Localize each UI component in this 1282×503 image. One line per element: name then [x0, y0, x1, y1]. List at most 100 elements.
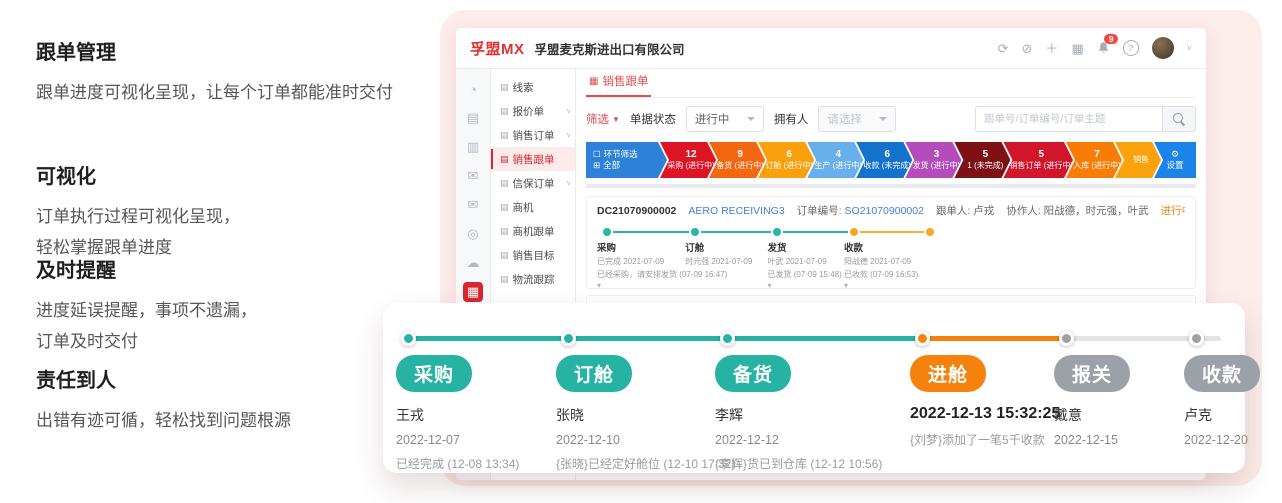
- briefcase-icon[interactable]: ▦: [463, 282, 483, 302]
- doc-icon: ▤: [500, 106, 509, 117]
- contact-card-icon[interactable]: ▤: [463, 108, 483, 128]
- sidebar-item-销售目标[interactable]: ▤销售目标: [491, 243, 575, 267]
- stage-label: 生产 (进行中): [814, 161, 862, 171]
- stage-filter-block[interactable]: ☐环节筛选⊞全部: [586, 142, 667, 178]
- sidebar-item-商机[interactable]: ▤商机: [491, 195, 575, 219]
- owner-select[interactable]: 请选择: [818, 106, 896, 132]
- feature-text: 订单执行过程可视化呈现，: [36, 201, 436, 232]
- pipeline-stage[interactable]: 51 (未完成): [954, 142, 1010, 178]
- expand-caret-icon[interactable]: ▾: [844, 281, 952, 290]
- pipeline-stage[interactable]: 7入库 (进行中): [1066, 142, 1122, 178]
- order-code: DC21070900002: [597, 205, 676, 217]
- sidebar-item-label: 销售跟单: [513, 152, 555, 167]
- order-no-pair: 订单编号: SO21070900002: [797, 203, 924, 218]
- sidebar-item-销售订单[interactable]: ▤销售订单˅: [491, 123, 575, 147]
- pipeline-stage[interactable]: 6订舱 (进行中): [758, 142, 814, 178]
- filter-button[interactable]: 筛选▼: [586, 111, 620, 127]
- timeline-dot[interactable]: [603, 228, 611, 236]
- stage-note: {李辉}货已到仓库 (12-12 10:56): [715, 455, 915, 472]
- stage-count: 12: [685, 149, 696, 162]
- stage-pipeline: ☐环节筛选⊞全部12采购 (进行中)9备货 (进行中)6订舱 (进行中)4生产 …: [586, 142, 1196, 178]
- doc-icon: ▤: [500, 250, 509, 261]
- stage-count: 9: [737, 149, 743, 162]
- pipeline-scrollbar[interactable]: [586, 184, 1196, 188]
- do-not-disturb-icon[interactable]: ⊘: [1022, 42, 1033, 55]
- timeline-track: [383, 330, 1245, 346]
- feature-text: 进度延误提醒，事项不遗漏，: [36, 295, 436, 326]
- grid-icon: ⊞: [593, 160, 600, 171]
- stage-filter-row: ☐环节筛选: [593, 149, 638, 160]
- status-select[interactable]: 进行中: [686, 106, 764, 132]
- chevron-down-icon: ˅: [566, 131, 571, 140]
- stage-filter-label: 环节筛选: [604, 149, 638, 160]
- sidebar-item-线索[interactable]: ▤线索: [491, 75, 575, 99]
- help-icon[interactable]: ?: [1123, 40, 1139, 56]
- avatar[interactable]: [1152, 37, 1174, 59]
- timeline-dot[interactable]: [691, 228, 699, 236]
- sidebar-item-报价单[interactable]: ▤ 报价单 ˅: [491, 99, 575, 123]
- overlay-timeline-line: [922, 336, 1066, 341]
- doc-icon: ▤: [500, 178, 509, 189]
- sidebar-item-label: 报价单: [513, 104, 545, 119]
- doc-icon: ▤: [500, 154, 509, 165]
- chevron-down-icon: ˅: [566, 107, 571, 116]
- stage-label: 销售: [1133, 155, 1149, 165]
- stage-pill: 备货: [715, 355, 791, 392]
- org-icon[interactable]: ▥: [463, 137, 483, 157]
- overlay-timeline-line: [408, 336, 568, 341]
- order-no-link[interactable]: SO21070900002: [845, 205, 924, 217]
- pipeline-stage[interactable]: 5销售订单 (进行中): [1003, 142, 1073, 178]
- stage-all-row: ⊞全部: [593, 160, 620, 171]
- sidebar-item-物流跟踪[interactable]: ▤物流跟踪: [491, 267, 575, 291]
- stage-label: 收款 (未完成): [864, 161, 912, 171]
- cloud-icon[interactable]: ☁: [463, 253, 483, 273]
- stage-pill: 采购: [396, 355, 472, 392]
- overlay-timeline-dot[interactable]: [720, 331, 735, 346]
- pipeline-stage[interactable]: 6收款 (未完成): [856, 142, 912, 178]
- chevron-down-icon[interactable]: ˅: [1187, 43, 1192, 53]
- clock-icon[interactable]: ◔: [463, 79, 483, 99]
- chevron-down-icon: ▼: [612, 115, 620, 124]
- brand-logo: 孚盟MX: [470, 38, 525, 59]
- customer-link[interactable]: AERO RECEIVING3: [688, 205, 784, 217]
- overlay-timeline-dot[interactable]: [401, 331, 416, 346]
- stage-note: 已经采购，请安排发货 (07-09 16:47): [597, 269, 705, 280]
- search-input[interactable]: [975, 106, 1162, 132]
- pipeline-stage[interactable]: 12采购 (进行中): [660, 142, 716, 178]
- stage-date: 2022-12-12: [715, 433, 915, 447]
- notification-badge: 9: [1104, 34, 1119, 45]
- overlay-timeline-dot[interactable]: [1059, 331, 1074, 346]
- overlay-timeline-dot[interactable]: [915, 331, 930, 346]
- overlay-timeline-dot[interactable]: [561, 331, 576, 346]
- stage-pill: 进舱: [910, 355, 986, 392]
- tab-sales-follow[interactable]: ▦ 销售跟单: [586, 73, 651, 97]
- sidebar-item-销售跟单[interactable]: ▤ 销售跟单: [491, 147, 575, 171]
- sidebar-item-信保订单[interactable]: ▤信保订单˅: [491, 171, 575, 195]
- pipeline-stage[interactable]: 9备货 (进行中): [709, 142, 765, 178]
- sidebar-item-商机跟单[interactable]: ▤商机跟单: [491, 219, 575, 243]
- calendar-icon[interactable]: ▦: [1071, 42, 1083, 55]
- refresh-icon[interactable]: ⟳: [998, 42, 1009, 55]
- timeline-dot[interactable]: [850, 228, 858, 236]
- mail-icon[interactable]: ✉: [463, 166, 483, 186]
- plus-icon[interactable]: ＋: [1045, 42, 1058, 55]
- stage-pill: 收款: [1184, 355, 1260, 392]
- timeline-dot[interactable]: [773, 228, 781, 236]
- stage-label: 采购 (进行中): [667, 161, 715, 171]
- overlay-timeline-dot[interactable]: [1189, 331, 1204, 346]
- expand-caret-icon[interactable]: ▾: [597, 281, 705, 290]
- feature-section: 及时提醒 进度延误提醒，事项不遗漏， 订单及时交付: [36, 254, 436, 358]
- owner-filter-label: 拥有人: [774, 111, 809, 127]
- stage-label: 1 (未完成): [967, 161, 1003, 171]
- search-button[interactable]: [1162, 106, 1196, 132]
- feature-section: 跟单管理 跟单进度可视化呈现，让每个订单都能准时交付: [36, 36, 436, 108]
- pipeline-stage[interactable]: 4生产 (进行中): [807, 142, 863, 178]
- compass-icon[interactable]: ◎: [463, 224, 483, 244]
- timeline-dot[interactable]: [926, 228, 934, 236]
- doc-icon: ▤: [500, 82, 509, 93]
- bell-icon[interactable]: 9: [1097, 41, 1110, 56]
- message-icon[interactable]: ✉: [463, 195, 483, 215]
- overlay-timeline-line: [1066, 336, 1196, 341]
- checkbox-icon[interactable]: ☐: [593, 149, 601, 160]
- pipeline-stage[interactable]: 3发货 (进行中): [905, 142, 961, 178]
